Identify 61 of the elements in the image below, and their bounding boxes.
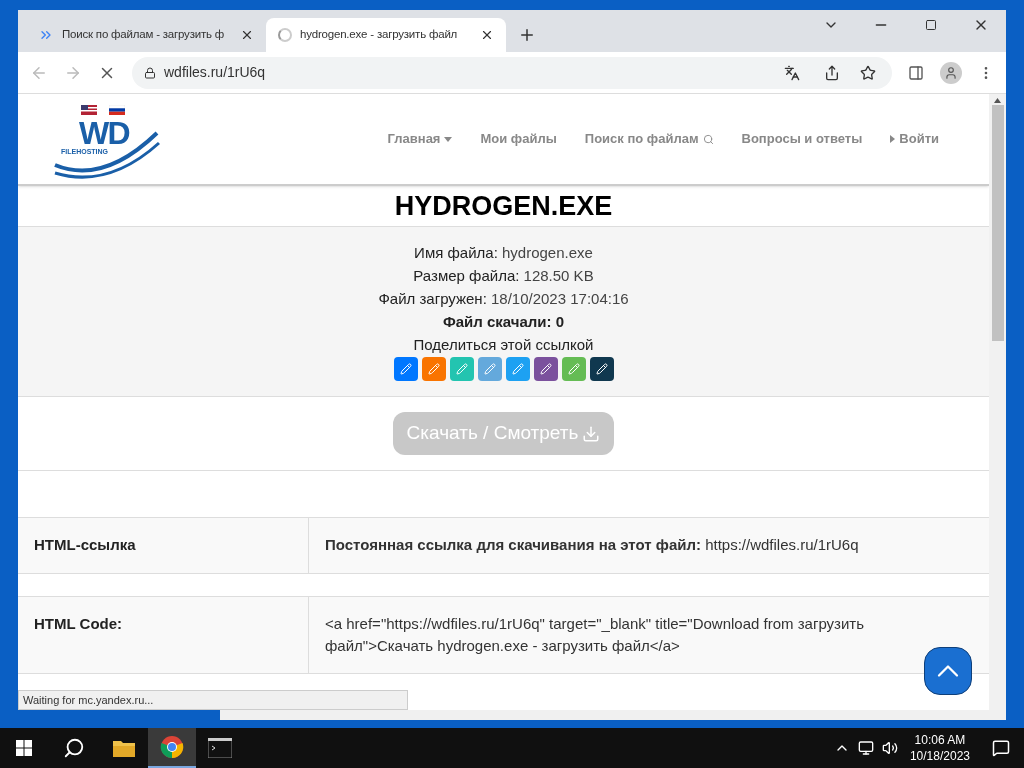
new-tab-icon[interactable] <box>518 26 536 44</box>
tab-title: hydrogen.exe - загрузить файл <box>300 27 459 43</box>
pencil-icon <box>455 363 468 375</box>
clock-time[interactable]: 10:06 AM <box>914 732 966 748</box>
taskbar-app[interactable] <box>148 728 196 768</box>
side-panel-icon[interactable] <box>908 64 924 81</box>
network-icon[interactable] <box>857 740 874 756</box>
caret-down-icon <box>444 136 453 142</box>
close-icon[interactable] <box>480 28 494 42</box>
nav-link[interactable]: Войти <box>890 129 939 149</box>
info-line: Размер файла: 128.50 KB <box>413 266 594 286</box>
pencil-icon <box>427 363 440 375</box>
scrollbar-thumb[interactable] <box>991 105 1004 341</box>
nav-link[interactable]: Мои файлы <box>480 129 557 149</box>
clock-date[interactable]: 10/18/2023 <box>909 748 970 764</box>
share-button[interactable] <box>533 357 558 381</box>
scroll-up-arrow-icon[interactable] <box>994 98 1001 103</box>
translate-icon[interactable] <box>784 64 800 81</box>
notifications-icon[interactable] <box>992 739 1010 757</box>
row-label: HTML Code: <box>18 596 309 673</box>
browser-tab[interactable]: hydrogen.exe - загрузить файл <box>266 18 506 52</box>
close-icon[interactable] <box>240 28 254 42</box>
pencil-icon <box>511 363 524 375</box>
nav-link[interactable]: Вопросы и ответы <box>741 129 863 149</box>
nav-link[interactable]: Поиск по файлам <box>584 129 714 149</box>
share-button[interactable] <box>589 357 614 381</box>
pencil-icon <box>539 363 552 375</box>
pencil-icon <box>399 363 412 375</box>
nav-link[interactable]: Главная <box>387 129 453 149</box>
chrome-icon <box>160 735 184 759</box>
russia-flag-icon[interactable] <box>109 105 125 115</box>
url-text: wdfiles.ru/1rU6q <box>164 63 267 82</box>
us-flag-icon[interactable] <box>81 105 97 115</box>
share-icon[interactable] <box>824 64 840 81</box>
pencil-icon <box>483 363 496 375</box>
search-icon[interactable] <box>63 737 85 759</box>
profile-avatar[interactable] <box>940 61 962 84</box>
scroll-to-top-button[interactable] <box>924 647 972 695</box>
pencil-icon <box>595 363 608 375</box>
pencil-icon <box>567 363 580 375</box>
address-bar[interactable]: wdfiles.ru/1rU6q <box>132 56 892 89</box>
search-icon <box>702 133 714 145</box>
lock-icon <box>144 66 156 79</box>
file-title: HYDROGEN.EXE <box>393 190 614 223</box>
download-count: Файл скачали: 0 <box>442 312 565 332</box>
download-icon <box>582 424 601 443</box>
terminal-icon <box>208 738 232 758</box>
browser-tab[interactable]: Поиск по файлам - загрузить ф <box>26 18 266 52</box>
windows-start-icon[interactable] <box>16 740 32 756</box>
bookmark-star-icon[interactable] <box>860 64 876 81</box>
info-line: Файл загружен: 18/10/2023 17:04:16 <box>378 289 629 309</box>
caret-right-icon <box>890 135 896 143</box>
row-content: <a href="https://wdfiles.ru/1rU6q" target="_blank" title="Download from загрузить файл">Скачать hydrogen.exe - загрузить файл</a> <box>325 613 865 656</box>
status-bubble: Waiting for mc.yandex.ru... <box>18 690 408 710</box>
share-label: Поделиться этой ссылкой <box>413 335 594 355</box>
folder-icon <box>112 738 136 758</box>
tab-title: Поиск по файлам - загрузить ф <box>62 27 226 43</box>
info-line: Имя файла: hydrogen.exe <box>414 243 593 263</box>
row-content: Постоянная ссылка для скачивания на этот файл: https://wdfiles.ru/1rU6q <box>325 535 860 555</box>
row-label: HTML-ссылка <box>18 518 309 573</box>
maximize-icon[interactable] <box>925 19 937 31</box>
